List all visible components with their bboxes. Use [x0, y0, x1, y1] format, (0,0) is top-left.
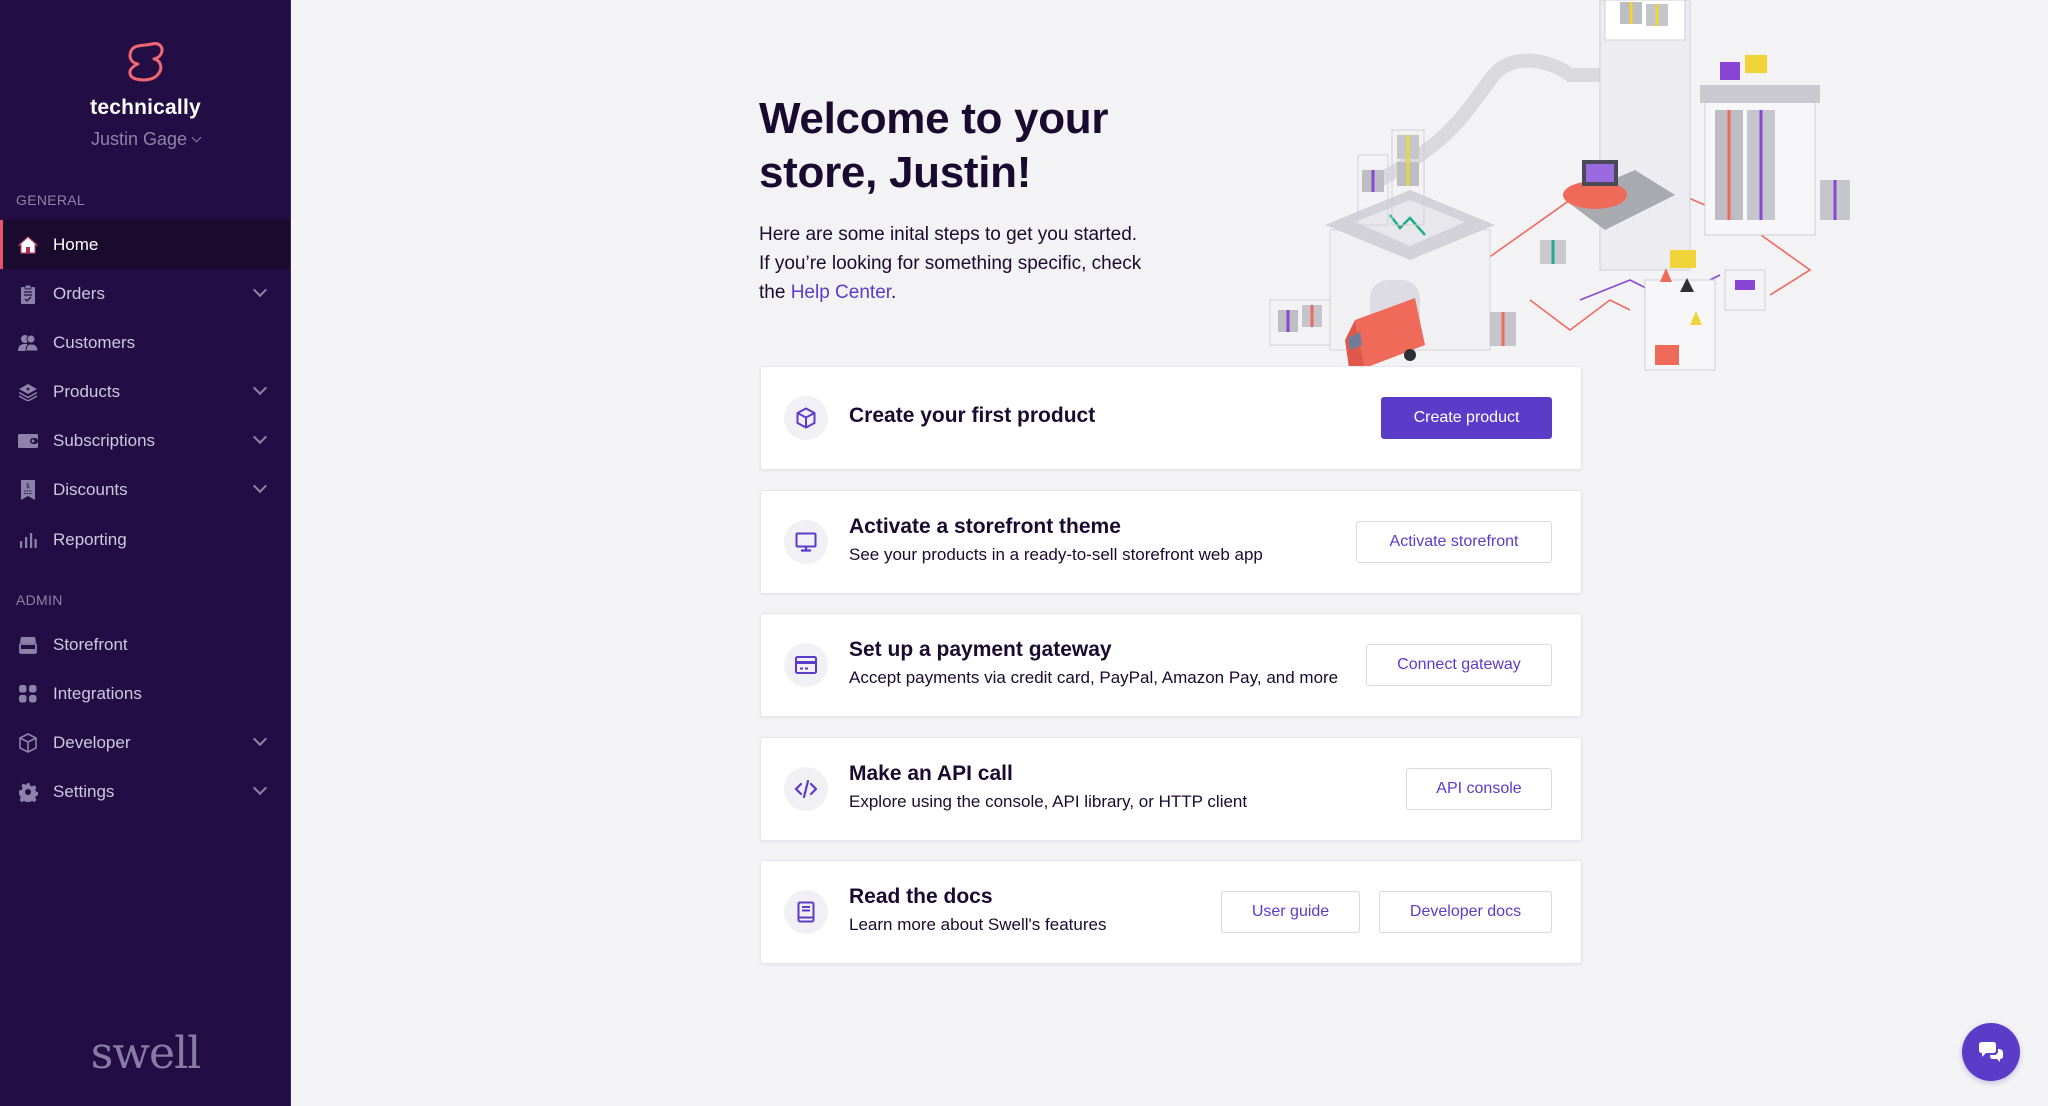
gear-icon [18, 782, 38, 802]
developer-docs-button[interactable]: Developer docs [1379, 891, 1552, 933]
chevron-down-icon[interactable] [252, 731, 268, 747]
create-product-button[interactable]: Create product [1381, 397, 1552, 439]
sidebar-item-products[interactable]: Products [0, 367, 290, 416]
sidebar-item-orders[interactable]: Orders [0, 269, 290, 318]
chat-button[interactable] [1962, 1023, 2020, 1081]
help-center-link[interactable]: Help Center [791, 282, 891, 303]
swell-wordmark: swell [90, 1028, 201, 1079]
sidebar-item-label: Integrations [53, 683, 142, 703]
sidebar-item-developer[interactable]: Developer [0, 718, 290, 767]
credit-card-icon [784, 643, 828, 687]
card-title: Set up a payment gateway [849, 638, 1112, 661]
activate-storefront-button[interactable]: Activate storefront [1356, 521, 1552, 563]
welcome-intro: Here are some inital steps to get you st… [759, 220, 1199, 307]
page-title: Welcome to your store, Justin! [759, 92, 1109, 200]
sidebar-item-label: Home [53, 234, 99, 254]
title-line-2: store, Justin! [759, 148, 1032, 197]
sidebar-item-label: Settings [53, 781, 115, 801]
chevron-down-icon[interactable] [252, 429, 268, 445]
users-icon [18, 333, 38, 353]
card-title: Make an API call [849, 762, 1013, 785]
bar-chart-icon [18, 530, 38, 550]
step-card-storefront: Activate a storefront theme See your pro… [760, 490, 1582, 594]
section-label-general: GENERAL [16, 192, 86, 208]
card-title: Activate a storefront theme [849, 515, 1121, 538]
sidebar-item-label: Discounts [53, 479, 128, 499]
intro-line-2: If you’re looking for something specific… [759, 253, 1142, 274]
intro-line-3-prefix: the [759, 282, 791, 303]
card-description: Accept payments via credit card, PayPal,… [849, 668, 1339, 687]
chevron-down-icon [191, 132, 202, 143]
illustration-shelf [1700, 55, 1850, 236]
chevron-down-icon[interactable] [252, 380, 268, 396]
sidebar-item-customers[interactable]: Customers [0, 318, 290, 367]
sidebar-item-home[interactable]: Home [0, 220, 290, 269]
card-description: Learn more about Swell's features [849, 915, 1107, 934]
code-icon [784, 767, 828, 811]
sidebar-item-storefront[interactable]: Storefront [0, 620, 290, 669]
card-title: Read the docs [849, 885, 993, 908]
sidebar-item-discounts[interactable]: $ Discounts [0, 465, 290, 514]
store-illustration [1269, 0, 1850, 378]
illustration-tower [1599, 0, 1691, 271]
chat-bubbles-icon [1979, 1042, 2003, 1062]
sidebar: technically Justin Gage GENERAL Home Ord… [0, 0, 291, 1106]
receipt-icon: $ [18, 479, 38, 500]
step-card-docs: Read the docs Learn more about Swell's f… [760, 860, 1582, 964]
box-icon [784, 396, 828, 440]
home-icon [18, 235, 38, 255]
api-console-button[interactable]: API console [1406, 768, 1552, 810]
sidebar-item-label: Customers [53, 332, 136, 352]
sidebar-item-subscriptions[interactable]: Subscriptions [0, 416, 290, 465]
user-name: Justin Gage [90, 129, 188, 149]
swell-logo-icon[interactable] [124, 40, 166, 84]
intro-line-3-suffix: . [891, 282, 897, 303]
intro-line-1: Here are some inital steps to get you st… [759, 224, 1138, 245]
card-description: Explore using the console, API library, … [849, 792, 1248, 811]
user-guide-button[interactable]: User guide [1221, 891, 1360, 933]
chevron-down-icon[interactable] [252, 780, 268, 796]
chevron-down-icon[interactable] [252, 282, 268, 298]
title-line-1: Welcome to your [759, 94, 1109, 143]
monitor-icon [784, 520, 828, 564]
layers-icon [18, 382, 38, 402]
book-icon [784, 890, 828, 934]
sidebar-item-reporting[interactable]: Reporting [0, 515, 290, 564]
store-icon [18, 635, 38, 655]
card-title: Create your first product [849, 404, 1096, 427]
sidebar-item-settings[interactable]: Settings [0, 767, 290, 816]
user-menu[interactable]: Justin Gage [0, 129, 291, 150]
chevron-down-icon[interactable] [252, 478, 268, 494]
step-card-api: Make an API call Explore using the conso… [760, 737, 1582, 841]
store-name: technically [90, 96, 201, 119]
sidebar-item-label: Subscriptions [53, 430, 156, 450]
step-card-payment: Set up a payment gateway Accept payments… [760, 613, 1582, 717]
wallet-icon [18, 431, 38, 451]
sidebar-item-label: Storefront [53, 634, 128, 654]
sidebar-item-label: Orders [53, 283, 105, 303]
section-label-admin: ADMIN [16, 592, 63, 608]
clipboard-icon [18, 284, 38, 304]
card-description: See your products in a ready-to-sell sto… [849, 545, 1263, 564]
grid-icon [18, 684, 38, 704]
step-card-create-product: Create your first product Create product [760, 366, 1582, 470]
cube-icon [18, 732, 38, 753]
sidebar-item-label: Developer [53, 732, 131, 752]
connect-gateway-button[interactable]: Connect gateway [1366, 644, 1552, 686]
svg-text:$: $ [26, 482, 30, 490]
sidebar-item-label: Products [53, 381, 121, 401]
sidebar-item-label: Reporting [53, 529, 127, 549]
sidebar-item-integrations[interactable]: Integrations [0, 669, 290, 718]
